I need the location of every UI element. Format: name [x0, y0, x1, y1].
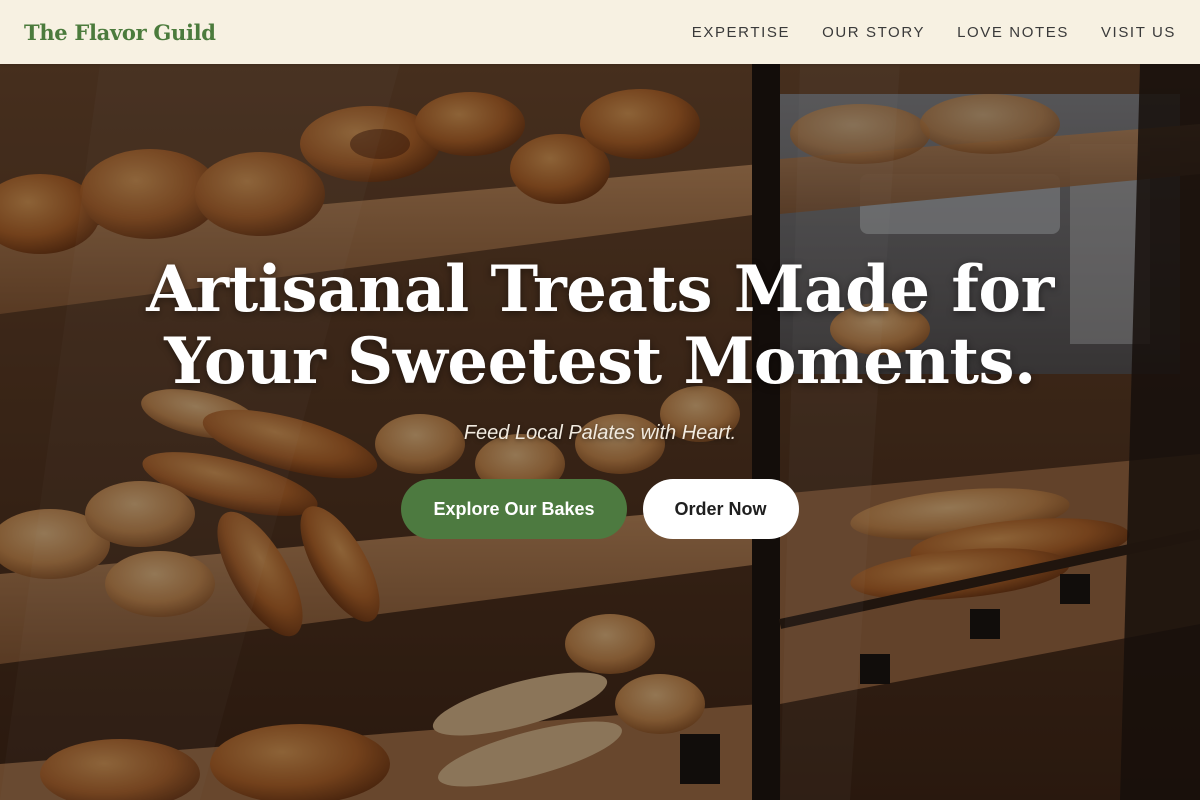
- nav-item-expertise[interactable]: EXPERTISE: [692, 24, 790, 41]
- hero-title: Artisanal Treats Made for Your Sweetest …: [146, 252, 1054, 399]
- hero-section: Artisanal Treats Made for Your Sweetest …: [0, 64, 1200, 800]
- explore-bakes-button[interactable]: Explore Our Bakes: [401, 479, 627, 539]
- nav-item-our-story[interactable]: OUR STORY: [822, 24, 925, 41]
- hero-content: Artisanal Treats Made for Your Sweetest …: [0, 254, 1200, 539]
- hero-subtitle: Feed Local Palates with Heart.: [463, 422, 737, 444]
- site-header: The Flavor Guild EXPERTISE OUR STORY LOV…: [0, 0, 1200, 64]
- order-now-button[interactable]: Order Now: [642, 479, 799, 539]
- main-nav: EXPERTISE OUR STORY LOVE NOTES VISIT US: [660, 24, 1176, 41]
- nav-item-love-notes[interactable]: LOVE NOTES: [957, 24, 1069, 41]
- brand-logo[interactable]: The Flavor Guild: [24, 20, 216, 45]
- hero-actions: Explore Our Bakes Order Now: [0, 479, 1200, 539]
- nav-item-visit-us[interactable]: VISIT US: [1101, 24, 1176, 41]
